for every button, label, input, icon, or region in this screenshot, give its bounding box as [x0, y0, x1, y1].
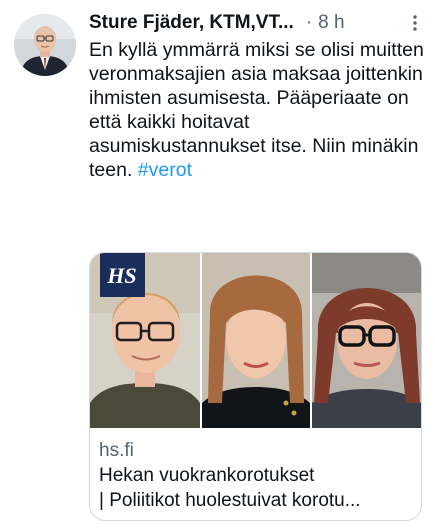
link-preview-card[interactable]: HS hs.fi Hekan vuokrankorotukset | Polii…	[89, 252, 422, 521]
tweet-timestamp[interactable]: 8 h	[318, 12, 344, 34]
tweet-text: En kyllä ymmärrä miksi se olisi muitten …	[89, 38, 425, 182]
author-name[interactable]: Sture Fjäder, KTM,VT...	[89, 12, 294, 34]
hashtag-link[interactable]: #verot	[138, 159, 192, 181]
card-title-line-2: | Poliitikot huolestuivat korotu...	[99, 490, 361, 511]
card-domain: hs.fi	[99, 440, 134, 461]
hs-logo-text: HS	[106, 263, 136, 288]
more-vertical-icon[interactable]	[407, 13, 423, 33]
tweet-header: Sture Fjäder, KTM,VT... · 8 h	[89, 10, 423, 36]
card-image: HS	[90, 253, 421, 428]
author-avatar[interactable]	[14, 14, 76, 76]
card-title-line-1: Hekan vuokrankorotukset	[99, 465, 315, 486]
avatar-photo	[14, 14, 76, 76]
header-separator: ·	[305, 12, 313, 33]
